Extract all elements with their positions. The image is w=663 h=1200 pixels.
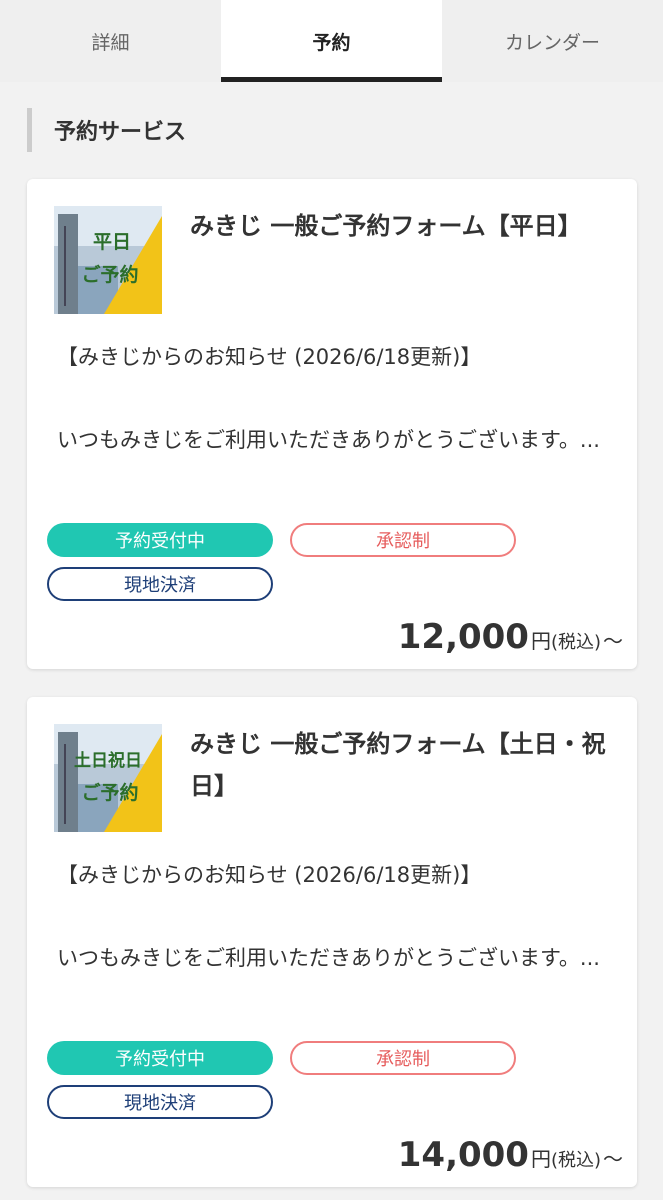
section-title: 予約サービス <box>27 108 186 152</box>
service-title[interactable]: みきじ 一般ご予約フォーム【土日・祝日】 <box>190 723 610 807</box>
status-badge: 予約受付中 <box>47 523 273 557</box>
approval-badge: 承認制 <box>290 523 516 557</box>
price-amount: 12,000 <box>397 617 529 657</box>
svg-text:平日: 平日 <box>93 231 131 253</box>
payment-badge: 現地決済 <box>47 1085 273 1119</box>
approval-badge: 承認制 <box>290 1041 516 1075</box>
tab-calendar[interactable]: カレンダー <box>442 0 663 82</box>
payment-badge: 現地決済 <box>47 567 273 601</box>
price-suffix: 〜 <box>603 1147 623 1171</box>
tab-details[interactable]: 詳細 <box>0 0 221 82</box>
svg-text:土日祝日: 土日祝日 <box>74 750 142 771</box>
price-tax-note: (税込) <box>550 632 601 653</box>
tab-bar: 詳細 予約 カレンダー <box>0 0 663 82</box>
price-amount: 14,000 <box>397 1135 529 1175</box>
service-notice: 【みきじからのお知らせ (2026/6/18更新)】 <box>57 345 482 369</box>
tab-reservation[interactable]: 予約 <box>221 0 442 82</box>
service-title[interactable]: みきじ 一般ご予約フォーム【平日】 <box>190 205 610 247</box>
price-currency: 円 <box>530 629 551 653</box>
price-suffix: 〜 <box>603 629 623 653</box>
service-description: いつもみきじをご利用いただきありがとうございます。... <box>57 428 600 452</box>
price: 14,000 円 (税込) 〜 <box>398 1135 623 1175</box>
service-card[interactable]: 土日祝日 ご予約 みきじ 一般ご予約フォーム【土日・祝日】 【みきじからのお知ら… <box>27 697 637 1187</box>
service-thumbnail: 平日 ご予約 <box>54 206 162 314</box>
svg-text:ご予約: ご予約 <box>81 263 138 286</box>
price-tax-note: (税込) <box>550 1150 601 1171</box>
price: 12,000 円 (税込) 〜 <box>398 617 623 657</box>
service-description: いつもみきじをご利用いただきありがとうございます。... <box>57 946 600 970</box>
service-card[interactable]: 平日 ご予約 みきじ 一般ご予約フォーム【平日】 【みきじからのお知らせ (20… <box>27 179 637 669</box>
status-badge: 予約受付中 <box>47 1041 273 1075</box>
service-thumbnail: 土日祝日 ご予約 <box>54 724 162 832</box>
service-notice: 【みきじからのお知らせ (2026/6/18更新)】 <box>57 863 482 887</box>
price-currency: 円 <box>530 1147 551 1171</box>
svg-text:ご予約: ご予約 <box>81 781 138 804</box>
